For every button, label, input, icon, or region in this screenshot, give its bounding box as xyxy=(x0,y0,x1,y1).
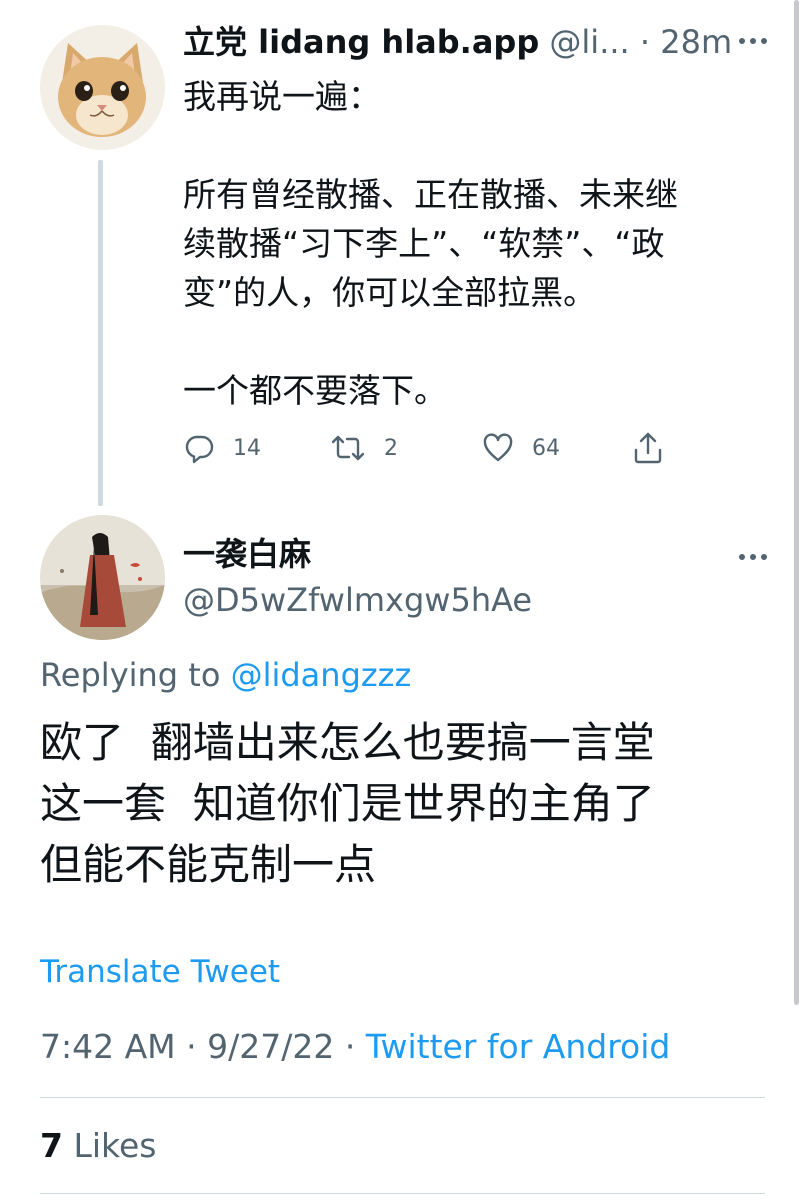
tweet-header: 立党 lidang hlab.app @li... · 28m xyxy=(183,20,743,64)
mention-link[interactable]: @lidangzzz xyxy=(231,656,412,694)
line-break xyxy=(183,121,753,170)
avatar[interactable] xyxy=(40,515,165,640)
author-name[interactable]: 立党 lidang hlab.app xyxy=(183,23,539,61)
avatar[interactable] xyxy=(40,25,165,150)
tweet-text: 我再说一遍： 所有曾经散播、正在散播、未来继 续散播“习下李上”、“软禁”、“政… xyxy=(183,72,753,415)
like-button[interactable]: 64 xyxy=(482,428,560,468)
likes-label: Likes xyxy=(62,1126,157,1165)
author-handle[interactable]: @li... xyxy=(549,23,629,61)
share-button[interactable] xyxy=(632,428,664,468)
like-icon xyxy=(483,433,513,462)
tweet-line: 续散播“习下李上”、“软禁”、“政 xyxy=(183,224,665,263)
tweet-text: 欧了 翻墙出来怎么也要搞一言堂 这一套 知道你们是世界的主角了 但能不能克制一点 xyxy=(40,712,760,895)
tweet-line: 我再说一遍： xyxy=(183,77,381,116)
retweet-button[interactable]: 2 xyxy=(330,428,398,468)
divider xyxy=(40,1193,765,1194)
reply-icon xyxy=(185,435,214,464)
reply-count: 14 xyxy=(233,435,261,461)
more-icon[interactable] xyxy=(736,542,770,572)
reply-button[interactable]: 14 xyxy=(183,428,261,468)
tweet-line: 变”的人，你可以全部拉黑。 xyxy=(183,273,597,312)
author-handle[interactable]: @D5wZfwlmxgw5hAe xyxy=(183,578,532,622)
tweet-line: 但能不能克制一点 xyxy=(40,840,377,889)
retweet-icon xyxy=(331,435,365,461)
tweet-metadata: 7:42 AM · 9/27/22 · Twitter for Android xyxy=(40,1024,670,1070)
likes-count: 7 xyxy=(40,1126,63,1165)
cat-avatar-image xyxy=(40,25,165,150)
thread-line xyxy=(98,160,103,506)
source-link[interactable]: Twitter for Android xyxy=(366,1027,671,1066)
translate-tweet-link[interactable]: Translate Tweet xyxy=(40,950,280,994)
share-icon xyxy=(634,432,662,464)
more-icon[interactable] xyxy=(736,26,770,56)
tweet-line: 一个都不要落下。 xyxy=(183,371,447,410)
scrollbar[interactable] xyxy=(794,0,799,1005)
tweet-line: 这一套 知道你们是世界的主角了 xyxy=(40,779,655,828)
tweet-time[interactable]: 28m xyxy=(660,23,732,61)
figure-avatar-image xyxy=(40,515,165,640)
retweet-count: 2 xyxy=(384,435,398,461)
tweet-line: 所有曾经散播、正在散播、未来继 xyxy=(183,175,678,214)
divider xyxy=(40,1097,765,1098)
likes-summary[interactable]: 7 Likes xyxy=(40,1123,156,1169)
author-name[interactable]: 一袭白麻 xyxy=(183,532,311,576)
tweet-line: 欧了 翻墙出来怎么也要搞一言堂 xyxy=(40,718,655,767)
replying-to: Replying to @lidangzzz xyxy=(40,653,411,697)
line-break xyxy=(183,317,753,366)
separator: · xyxy=(639,23,651,61)
timestamp[interactable]: 7:42 AM · 9/27/22 · xyxy=(40,1027,366,1066)
like-count: 64 xyxy=(532,435,560,461)
replying-prefix: Replying to xyxy=(40,656,231,694)
